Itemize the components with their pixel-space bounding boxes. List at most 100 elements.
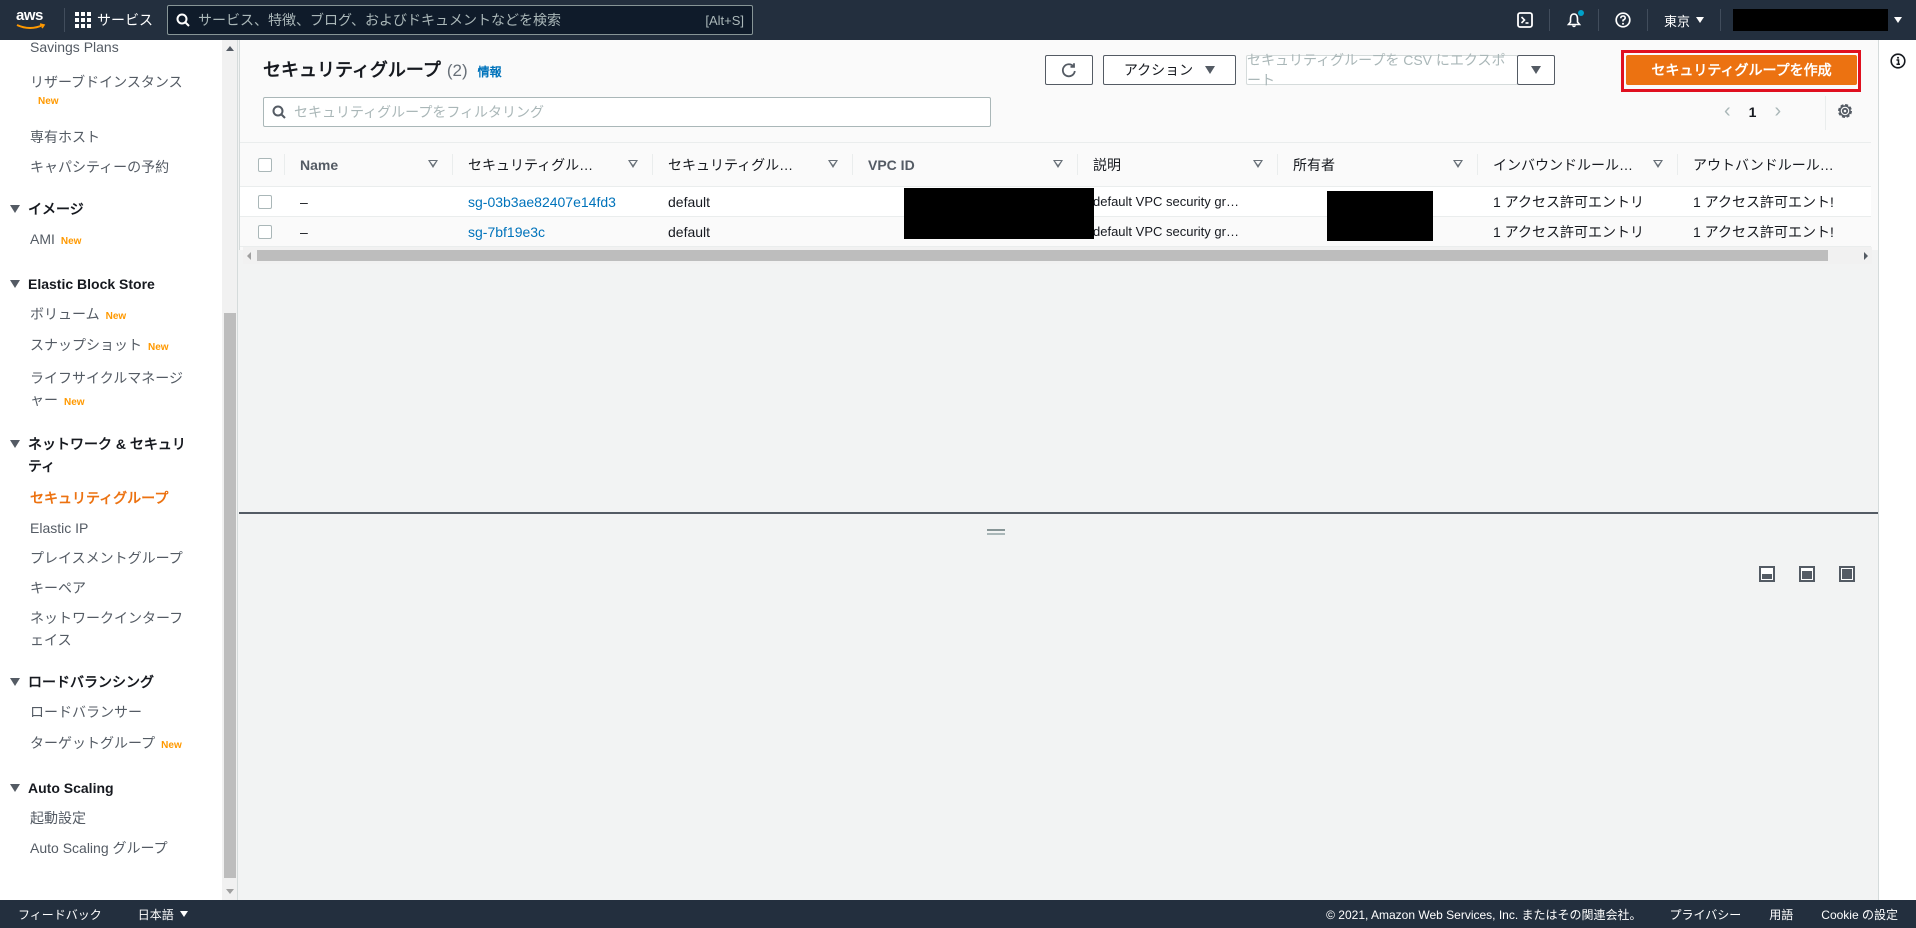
sort-icon[interactable] <box>1053 160 1063 168</box>
sidebar-item-savings-plans[interactable]: Savings Plans <box>30 40 119 57</box>
search-icon <box>176 13 190 27</box>
column-header-sg-id[interactable]: セキュリティグル… <box>452 142 652 187</box>
export-csv-button[interactable]: セキュリティグループを CSV にエクスポート <box>1246 52 1518 88</box>
scroll-down-arrow-icon[interactable] <box>226 889 234 894</box>
search-shortcut: [Alt+S] <box>705 12 744 28</box>
sidebar-item-label: ボリューム <box>30 306 100 322</box>
sidebar-scrollbar[interactable] <box>222 40 238 900</box>
sidebar-item-auto-scaling-groups[interactable]: Auto Scaling グループ <box>30 838 168 858</box>
current-page[interactable]: 1 <box>1749 104 1757 120</box>
region-selector[interactable]: 東京 <box>1648 11 1720 30</box>
sidebar-item-capacity-reservations[interactable]: キャパシティーの予約 <box>30 157 169 177</box>
sort-icon[interactable] <box>828 160 838 168</box>
sidebar-item-dedicated-hosts[interactable]: 専有ホスト <box>30 127 100 147</box>
cell-sg-id-link[interactable]: sg-7bf19e3c <box>452 217 652 247</box>
select-all-cell <box>240 142 284 187</box>
sidebar-item-placement-groups[interactable]: プレイスメントグループ <box>30 548 183 568</box>
sidebar-item-label: Elastic IP <box>30 520 89 536</box>
new-badge-label: New <box>38 96 59 107</box>
sidebar-item-label: プレイスメントグループ <box>30 550 183 566</box>
sidebar-section-ebs[interactable]: Elastic Block Store <box>10 273 155 295</box>
column-header-name[interactable]: Name <box>284 142 452 187</box>
column-label: セキュリティグル… <box>468 156 594 173</box>
help-button[interactable] <box>1599 0 1647 40</box>
split-bottom-view-button[interactable] <box>1759 566 1775 582</box>
main-content: セキュリティグループ (2) 情報 アクション セキュリティグループを CSV … <box>239 40 1878 900</box>
feedback-link[interactable]: フィードバック <box>18 906 102 923</box>
language-selector[interactable]: 日本語 <box>138 906 188 923</box>
cell-description: default VPC security gr… <box>1093 194 1239 209</box>
cookie-settings-link[interactable]: Cookie の設定 <box>1821 906 1898 923</box>
split-full-view-button[interactable] <box>1839 566 1855 582</box>
column-label: 所有者 <box>1293 156 1335 173</box>
sidebar-section-network-security[interactable]: ネットワーク & セキュリ ティ <box>10 433 186 477</box>
settings-gear-icon[interactable] <box>1836 102 1854 120</box>
sidebar-item-network-interfaces[interactable]: ネットワークインターフ ェイス <box>30 607 183 651</box>
services-menu-button[interactable]: サービス <box>75 10 153 30</box>
sidebar-item-elastic-ip[interactable]: Elastic IP <box>30 518 88 538</box>
scroll-left-arrow-icon[interactable] <box>247 252 251 260</box>
split-panel-resize-handle[interactable] <box>987 529 1005 535</box>
section-title: ネットワーク & セキュリ ティ <box>28 433 186 477</box>
sidebar-item-snapshots[interactable]: スナップショット New <box>30 335 169 358</box>
split-side-view-button[interactable] <box>1799 566 1815 582</box>
sidebar-item-label: Savings Plans <box>30 40 119 55</box>
sidebar-section-load-balancing[interactable]: ロードバランシング <box>10 671 154 693</box>
security-groups-panel: セキュリティグループ (2) 情報 アクション セキュリティグループを CSV … <box>239 40 1878 264</box>
sidebar-item-label: ャー <box>30 392 58 408</box>
sidebar-item-target-groups[interactable]: ターゲットグループ New <box>30 733 182 756</box>
account-menu-redacted[interactable] <box>1733 9 1888 31</box>
sort-icon[interactable] <box>628 160 638 168</box>
page-title: セキュリティグループ <box>263 60 441 80</box>
table-horizontal-scrollbar[interactable] <box>243 247 1872 264</box>
sidebar-item-volumes[interactable]: ボリューム New <box>30 304 126 327</box>
account-caret-down-icon[interactable] <box>1894 17 1902 23</box>
sidebar-item-key-pairs[interactable]: キーペア <box>30 578 86 598</box>
sidebar-item-launch-configurations[interactable]: 起動設定 <box>30 808 86 828</box>
notifications-button[interactable] <box>1550 0 1598 40</box>
scroll-right-arrow-icon[interactable] <box>1864 252 1868 260</box>
info-icon[interactable] <box>1890 53 1906 69</box>
row-checkbox[interactable] <box>258 194 272 209</box>
column-header-description[interactable]: 説明 <box>1077 142 1277 187</box>
sort-icon[interactable] <box>1453 160 1463 168</box>
sidebar-section-images[interactable]: イメージ <box>10 198 84 220</box>
refresh-button[interactable] <box>1045 55 1093 85</box>
sidebar-item-reserved-instances[interactable]: リザーブドインスタンス <box>30 72 183 92</box>
sort-icon[interactable] <box>1653 160 1663 168</box>
aws-logo[interactable]: aws <box>14 5 58 35</box>
global-search-input[interactable]: サービス、特徴、ブログ、およびドキュメントなどを検索 [Alt+S] <box>167 5 753 35</box>
select-all-checkbox[interactable] <box>258 157 272 172</box>
scrollbar-thumb[interactable] <box>257 250 1828 261</box>
column-header-outbound-rules[interactable]: アウトバンドルール… <box>1677 142 1871 187</box>
sidebar-item-load-balancers[interactable]: ロードバランサー <box>30 702 142 722</box>
sidebar-item-lifecycle-manager[interactable]: ライフサイクルマネージ ャー New <box>30 367 183 414</box>
sort-icon[interactable] <box>1253 160 1263 168</box>
previous-page-icon[interactable]: ‹ <box>1724 100 1731 123</box>
row-checkbox[interactable] <box>258 224 272 239</box>
export-options-dropdown[interactable] <box>1517 55 1555 85</box>
column-header-sg-name[interactable]: セキュリティグル… <box>652 142 852 187</box>
column-header-owner[interactable]: 所有者 <box>1277 142 1477 187</box>
cloudshell-button[interactable] <box>1501 0 1549 40</box>
scroll-up-arrow-icon[interactable] <box>226 46 234 51</box>
info-link[interactable]: 情報 <box>478 63 502 80</box>
sidebar-section-auto-scaling[interactable]: Auto Scaling <box>10 777 114 799</box>
cell-sg-id-link[interactable]: sg-03b3ae82407e14fd3 <box>452 187 652 217</box>
next-page-icon[interactable]: › <box>1774 100 1781 123</box>
privacy-link[interactable]: プライバシー <box>1670 906 1742 923</box>
sort-icon[interactable] <box>428 160 438 168</box>
filter-input[interactable]: セキュリティグループをフィルタリング <box>263 97 991 127</box>
sidebar-item-label: キャパシティーの予約 <box>30 159 170 175</box>
actions-label: アクション <box>1123 62 1194 78</box>
sidebar-item-security-groups[interactable]: セキュリティグループ <box>30 488 168 508</box>
sidebar-item-ami[interactable]: AMI New <box>30 229 81 252</box>
column-header-inbound-rules[interactable]: インバウンドルール… <box>1477 142 1677 187</box>
language-label: 日本語 <box>137 907 174 922</box>
actions-dropdown-button[interactable]: アクション <box>1103 55 1236 85</box>
sidebar-navigation: Savings Plans リザーブドインスタンス New 専有ホスト キャパシ… <box>0 40 222 900</box>
sidebar-item-label: ロードバランサー <box>30 704 142 720</box>
terms-link[interactable]: 用語 <box>1769 906 1793 923</box>
column-header-vpc-id[interactable]: VPC ID <box>852 142 1077 187</box>
scrollbar-thumb[interactable] <box>224 313 236 878</box>
